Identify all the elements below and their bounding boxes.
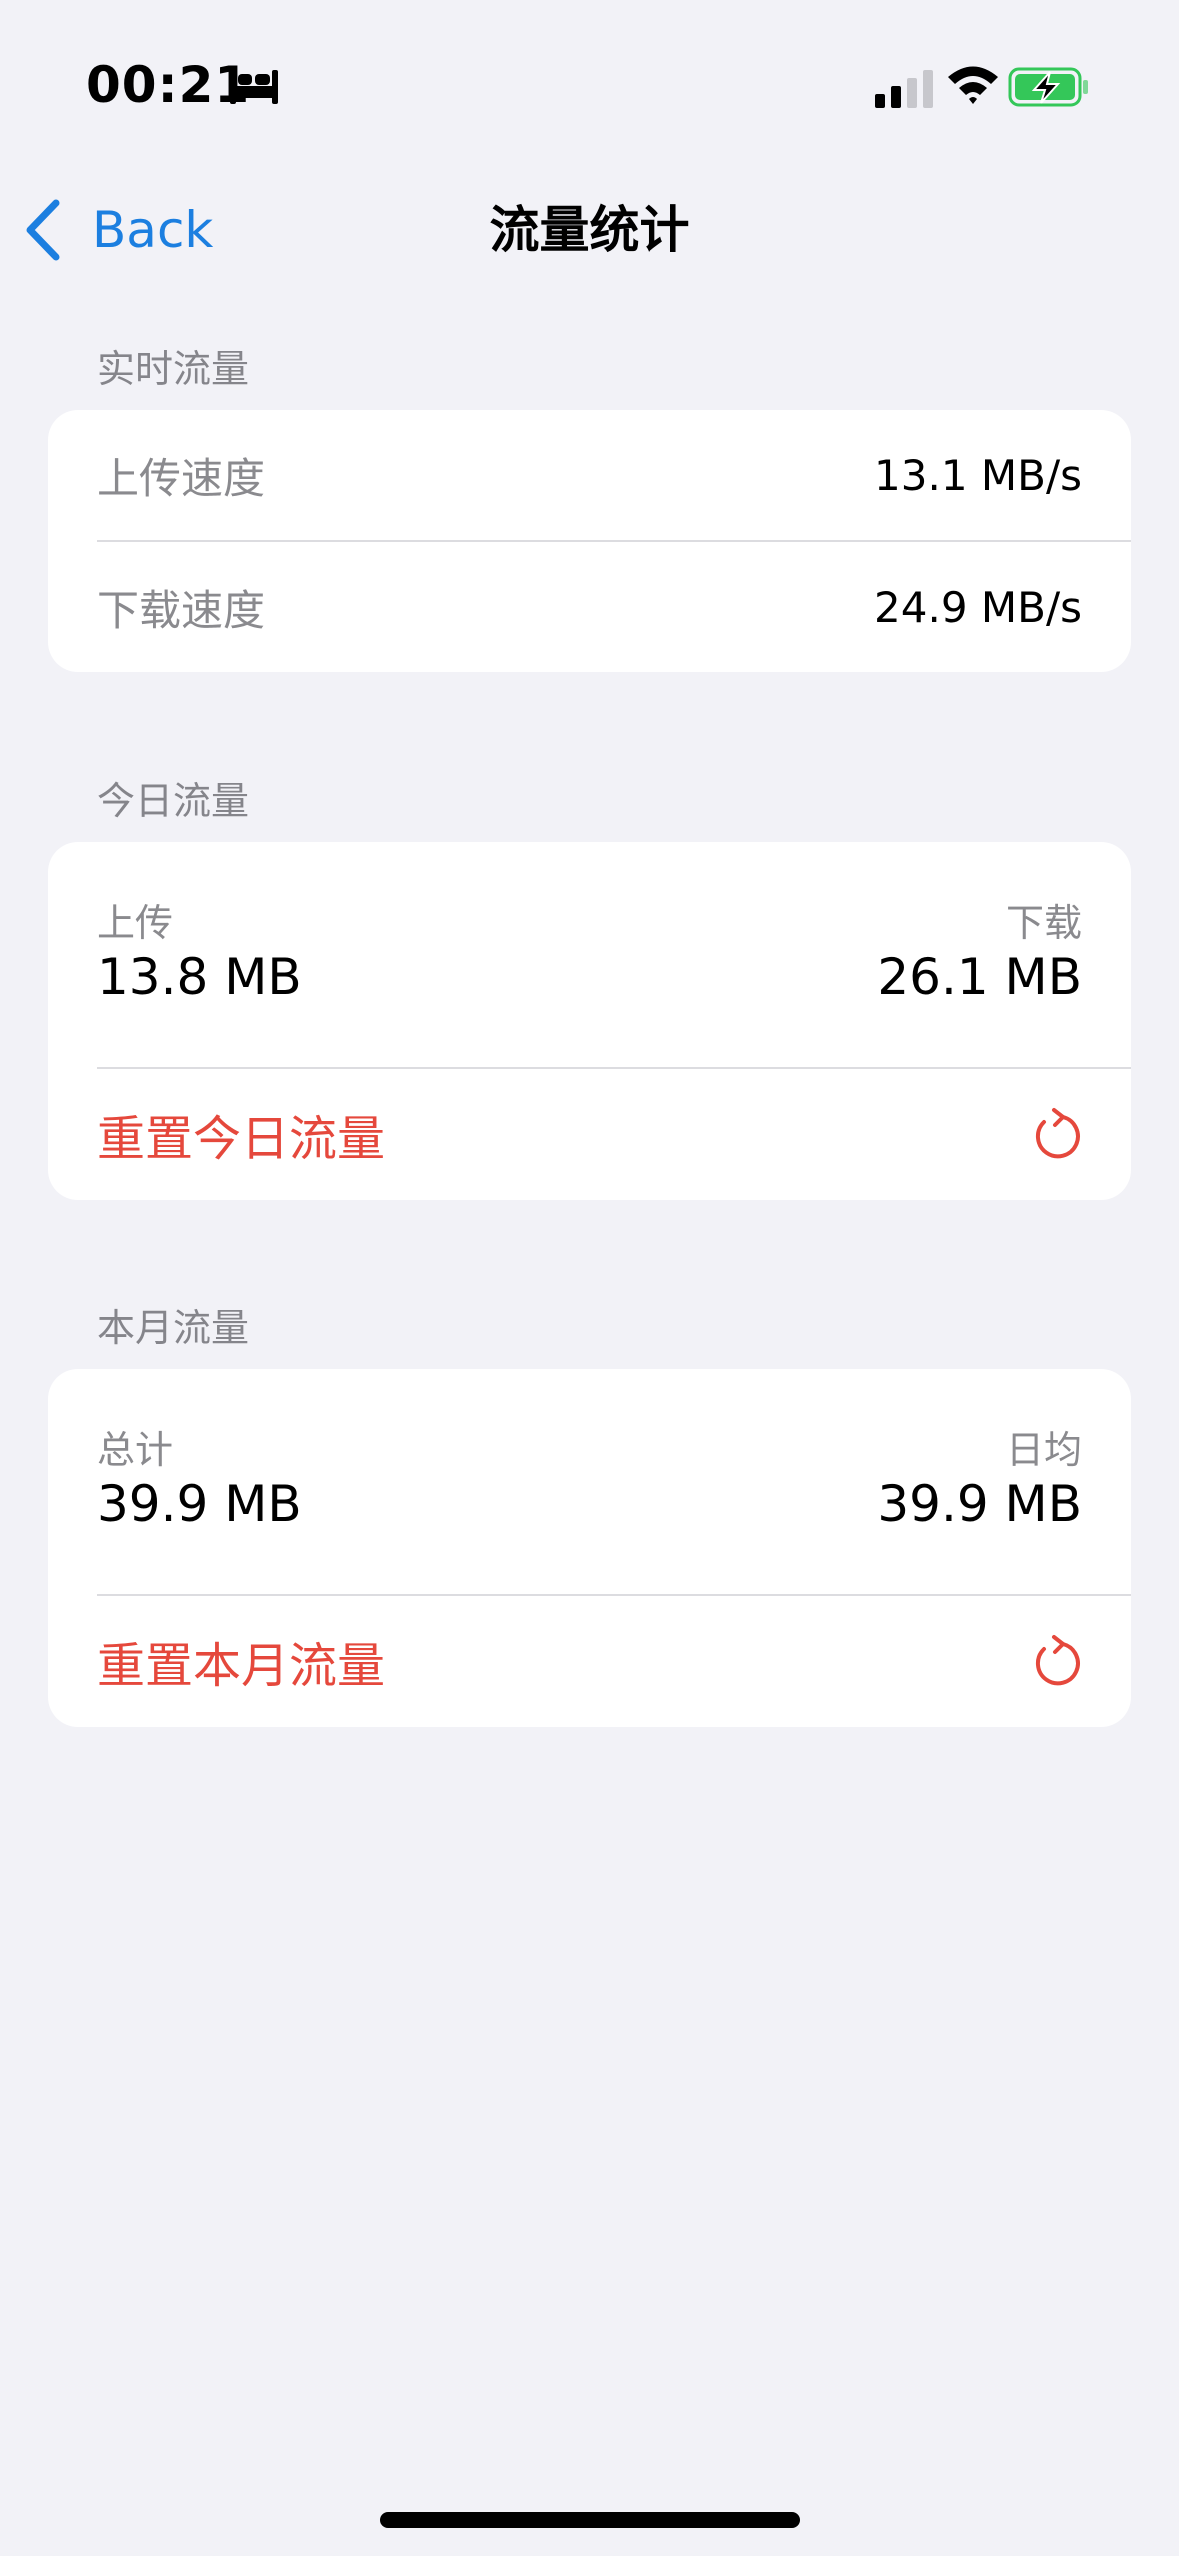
month-total-label: 总计: [97, 1428, 174, 1472]
today-upload-label: 上传: [97, 901, 174, 945]
cellular-signal-icon: [875, 70, 933, 108]
status-bar: 00:21: [0, 0, 1179, 170]
status-time: 00:21: [86, 56, 251, 114]
download-speed-row: 下载速度 24.9 MB/s: [97, 542, 1082, 672]
battery-charging-icon: [1008, 67, 1088, 107]
section-header-realtime: 实时流量: [97, 347, 250, 391]
download-speed-value: 24.9 MB/s: [874, 582, 1082, 632]
month-total-stat: 总计 39.9 MB: [97, 1425, 302, 1535]
reset-month-button[interactable]: 重置本月流量: [97, 1596, 1082, 1726]
month-total-value: 39.9 MB: [97, 1475, 302, 1533]
upload-speed-row: 上传速度 13.1 MB/s: [97, 410, 1082, 540]
reset-today-button[interactable]: 重置今日流量: [97, 1069, 1082, 1199]
month-card: 总计 39.9 MB 日均 39.9 MB 重置本月流量: [48, 1369, 1131, 1727]
sleep-bed-icon: [230, 70, 278, 104]
today-upload-value: 13.8 MB: [97, 948, 302, 1006]
wifi-icon: [948, 66, 998, 104]
section-header-today: 今日流量: [97, 779, 250, 823]
download-speed-label: 下载速度: [97, 585, 266, 635]
month-daily-stat: 日均 39.9 MB: [877, 1425, 1082, 1535]
back-button[interactable]: Back: [24, 192, 213, 268]
reset-month-label: 重置本月流量: [97, 1638, 386, 1694]
chevron-left-icon: [26, 199, 60, 261]
upload-speed-label: 上传速度: [97, 453, 266, 503]
refresh-icon: [1035, 1635, 1080, 1686]
today-download-label: 下载: [1005, 901, 1082, 945]
navigation-bar: 流量统计 Back: [0, 170, 1179, 285]
upload-speed-value: 13.1 MB/s: [874, 450, 1082, 500]
today-card: 上传 13.8 MB 下载 26.1 MB 重置今日流量: [48, 842, 1131, 1200]
reset-today-label: 重置今日流量: [97, 1111, 386, 1167]
month-daily-value: 39.9 MB: [877, 1475, 1082, 1533]
today-upload-stat: 上传 13.8 MB: [97, 898, 302, 1008]
back-label: Back: [92, 201, 214, 259]
refresh-icon: [1035, 1108, 1080, 1159]
today-download-value: 26.1 MB: [877, 948, 1082, 1006]
section-header-month: 本月流量: [97, 1306, 250, 1350]
month-daily-label: 日均: [1005, 1428, 1082, 1472]
realtime-card: 上传速度 13.1 MB/s 下载速度 24.9 MB/s: [48, 410, 1131, 672]
home-indicator[interactable]: [380, 2512, 800, 2528]
today-download-stat: 下载 26.1 MB: [877, 898, 1082, 1008]
